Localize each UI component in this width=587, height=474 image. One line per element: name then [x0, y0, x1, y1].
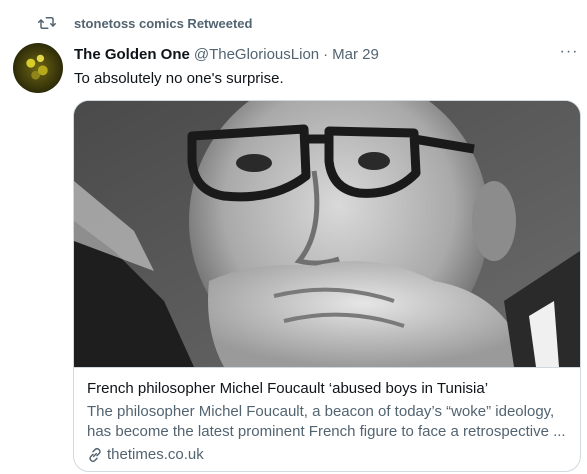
- display-name[interactable]: The Golden One: [74, 46, 190, 63]
- card-description-line: has become the latest prominent French f…: [87, 423, 566, 440]
- retweet-icon: [38, 14, 56, 32]
- tweet[interactable]: stonetoss comics Retweeted The Golden On…: [0, 0, 587, 474]
- card-description-line: The philosopher Michel Foucault, a beaco…: [87, 403, 555, 420]
- link-card[interactable]: French philosopher Michel Foucault ‘abus…: [73, 100, 581, 472]
- card-title: French philosopher Michel Foucault ‘abus…: [87, 380, 489, 397]
- tweet-text: To absolutely no one's surprise.: [74, 70, 284, 87]
- separator-dot: ·: [323, 45, 329, 63]
- tweet-header: The Golden One @TheGloriousLion · Mar 29: [74, 44, 379, 64]
- card-domain[interactable]: thetimes.co.uk: [87, 446, 204, 463]
- user-handle[interactable]: @TheGloriousLion: [194, 46, 319, 63]
- retweet-context: stonetoss comics Retweeted: [38, 13, 252, 33]
- avatar[interactable]: [13, 43, 63, 93]
- link-icon: [87, 447, 103, 463]
- card-body[interactable]: French philosopher Michel Foucault ‘abus…: [74, 367, 580, 471]
- tweet-time[interactable]: Mar 29: [332, 46, 379, 63]
- card-domain-text: thetimes.co.uk: [107, 446, 204, 463]
- more-icon[interactable]: ···: [558, 44, 580, 64]
- card-image[interactable]: [74, 101, 580, 367]
- retweet-label[interactable]: stonetoss comics Retweeted: [74, 16, 252, 31]
- card-description: The philosopher Michel Foucault, a beaco…: [87, 402, 567, 442]
